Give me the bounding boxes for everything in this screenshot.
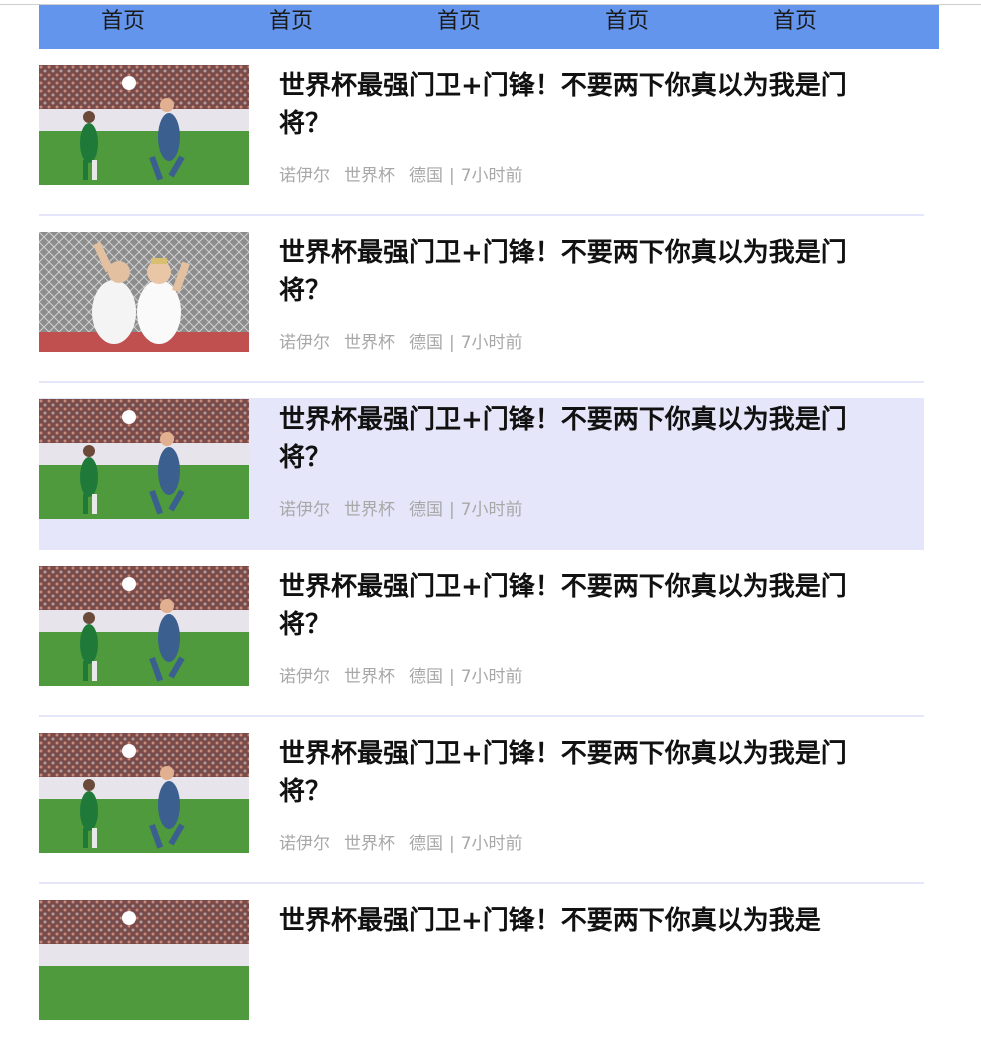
article-time: 7小时前 xyxy=(460,667,523,687)
article-item[interactable]: 世界杯最强门卫+门锋！不要两下你真以为我是门将？ 诺伊尔 世界杯 德国 | 7小时前 xyxy=(39,717,924,884)
soccer-photo-icon xyxy=(39,232,249,352)
article-item[interactable]: 世界杯最强门卫+门锋！不要两下你真以为我是 xyxy=(39,884,924,1050)
article-tag: 德国 xyxy=(409,333,443,353)
article-thumbnail[interactable] xyxy=(39,566,249,686)
article-author: 诺伊尔 xyxy=(279,333,330,353)
article-meta: 诺伊尔 世界杯 德国 | 7小时前 xyxy=(279,495,523,520)
article-list: 世界杯最强门卫+门锋！不要两下你真以为我是门将？ 诺伊尔 世界杯 德国 | 7小时前 xyxy=(39,49,924,1051)
article-time: 7小时前 xyxy=(460,834,523,854)
meta-separator: | xyxy=(449,834,455,854)
article-tag: 德国 xyxy=(409,667,443,687)
meta-separator: | xyxy=(449,500,455,520)
article-author: 诺伊尔 xyxy=(279,500,330,520)
soccer-photo-icon xyxy=(39,733,249,853)
meta-separator: | xyxy=(449,667,455,687)
nav-item-home-4[interactable]: 首页 xyxy=(543,5,711,49)
article-title[interactable]: 世界杯最强门卫+门锋！不要两下你真以为我是门将？ xyxy=(279,568,879,644)
soccer-photo-icon xyxy=(39,900,249,1020)
article-item-highlighted[interactable]: 世界杯最强门卫+门锋！不要两下你真以为我是门将？ 诺伊尔 世界杯 德国 | 7小时前 xyxy=(39,383,924,550)
article-meta: 诺伊尔 世界杯 德国 | 7小时前 xyxy=(279,662,523,687)
soccer-photo-icon xyxy=(39,566,249,686)
article-thumbnail[interactable] xyxy=(39,399,249,519)
article-author: 诺伊尔 xyxy=(279,834,330,854)
article-thumbnail[interactable] xyxy=(39,232,249,352)
article-tag: 德国 xyxy=(409,834,443,854)
nav-item-home-1[interactable]: 首页 xyxy=(39,5,207,49)
article-category: 世界杯 xyxy=(344,667,395,687)
article-title[interactable]: 世界杯最强门卫+门锋！不要两下你真以为我是门将？ xyxy=(279,401,879,477)
meta-separator: | xyxy=(449,333,455,353)
article-time: 7小时前 xyxy=(460,333,523,353)
meta-separator: | xyxy=(449,166,455,186)
article-author: 诺伊尔 xyxy=(279,166,330,186)
article-thumbnail[interactable] xyxy=(39,733,249,853)
article-title[interactable]: 世界杯最强门卫+门锋！不要两下你真以为我是 xyxy=(279,902,879,940)
article-category: 世界杯 xyxy=(344,500,395,520)
article-author: 诺伊尔 xyxy=(279,667,330,687)
article-meta: 诺伊尔 世界杯 德国 | 7小时前 xyxy=(279,161,523,186)
article-meta: 诺伊尔 世界杯 德国 | 7小时前 xyxy=(279,829,523,854)
article-title[interactable]: 世界杯最强门卫+门锋！不要两下你真以为我是门将？ xyxy=(279,735,879,811)
nav-item-home-5[interactable]: 首页 xyxy=(711,5,879,49)
article-category: 世界杯 xyxy=(344,166,395,186)
article-tag: 德国 xyxy=(409,166,443,186)
article-category: 世界杯 xyxy=(344,834,395,854)
article-item[interactable]: 世界杯最强门卫+门锋！不要两下你真以为我是门将？ 诺伊尔 世界杯 德国 | 7小时前 xyxy=(39,550,924,717)
article-thumbnail[interactable] xyxy=(39,65,249,185)
article-item[interactable]: 世界杯最强门卫+门锋！不要两下你真以为我是门将？ 诺伊尔 世界杯 德国 | 7小时前 xyxy=(39,216,924,383)
soccer-photo-icon xyxy=(39,399,249,519)
article-category: 世界杯 xyxy=(344,333,395,353)
article-thumbnail[interactable] xyxy=(39,900,249,1020)
top-nav-bar: 首页 首页 首页 首页 首页 xyxy=(39,5,939,49)
nav-item-home-3[interactable]: 首页 xyxy=(375,5,543,49)
article-time: 7小时前 xyxy=(460,166,523,186)
article-tag: 德国 xyxy=(409,500,443,520)
nav-item-home-2[interactable]: 首页 xyxy=(207,5,375,49)
article-meta: 诺伊尔 世界杯 德国 | 7小时前 xyxy=(279,328,523,353)
article-title[interactable]: 世界杯最强门卫+门锋！不要两下你真以为我是门将？ xyxy=(279,234,879,310)
article-time: 7小时前 xyxy=(460,500,523,520)
soccer-photo-icon xyxy=(39,65,249,185)
article-item[interactable]: 世界杯最强门卫+门锋！不要两下你真以为我是门将？ 诺伊尔 世界杯 德国 | 7小时前 xyxy=(39,49,924,216)
article-title[interactable]: 世界杯最强门卫+门锋！不要两下你真以为我是门将？ xyxy=(279,67,879,143)
